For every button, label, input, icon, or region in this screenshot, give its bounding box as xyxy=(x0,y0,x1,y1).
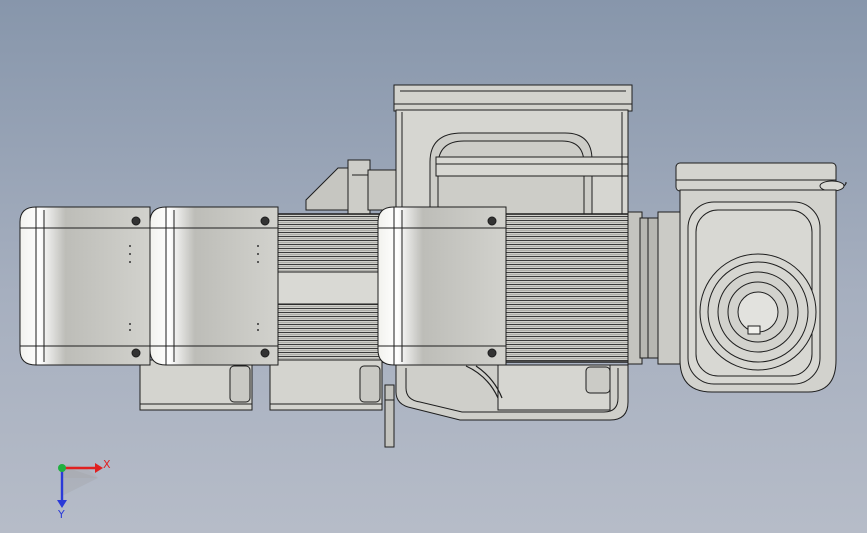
gearmotor-model[interactable] xyxy=(0,0,867,533)
y-axis-label: Y xyxy=(58,508,65,521)
cad-graphics-viewport[interactable]: X Y xyxy=(0,0,867,533)
right-angle-gear-head[interactable] xyxy=(675,162,847,393)
triad-graphic xyxy=(57,463,103,508)
motor-end-cap-3[interactable] xyxy=(377,206,507,366)
motor-feet[interactable] xyxy=(139,359,383,411)
motor-end-cap-2[interactable] xyxy=(149,206,279,366)
gearbox-housing-bottom[interactable] xyxy=(384,364,629,448)
motor-end-cap-1[interactable] xyxy=(19,206,151,366)
z-axis-dot-icon xyxy=(58,464,66,472)
x-axis-label: X xyxy=(103,458,111,471)
gearbox-housing-top[interactable] xyxy=(393,84,633,221)
view-orientation-triad[interactable]: X Y xyxy=(40,448,130,528)
